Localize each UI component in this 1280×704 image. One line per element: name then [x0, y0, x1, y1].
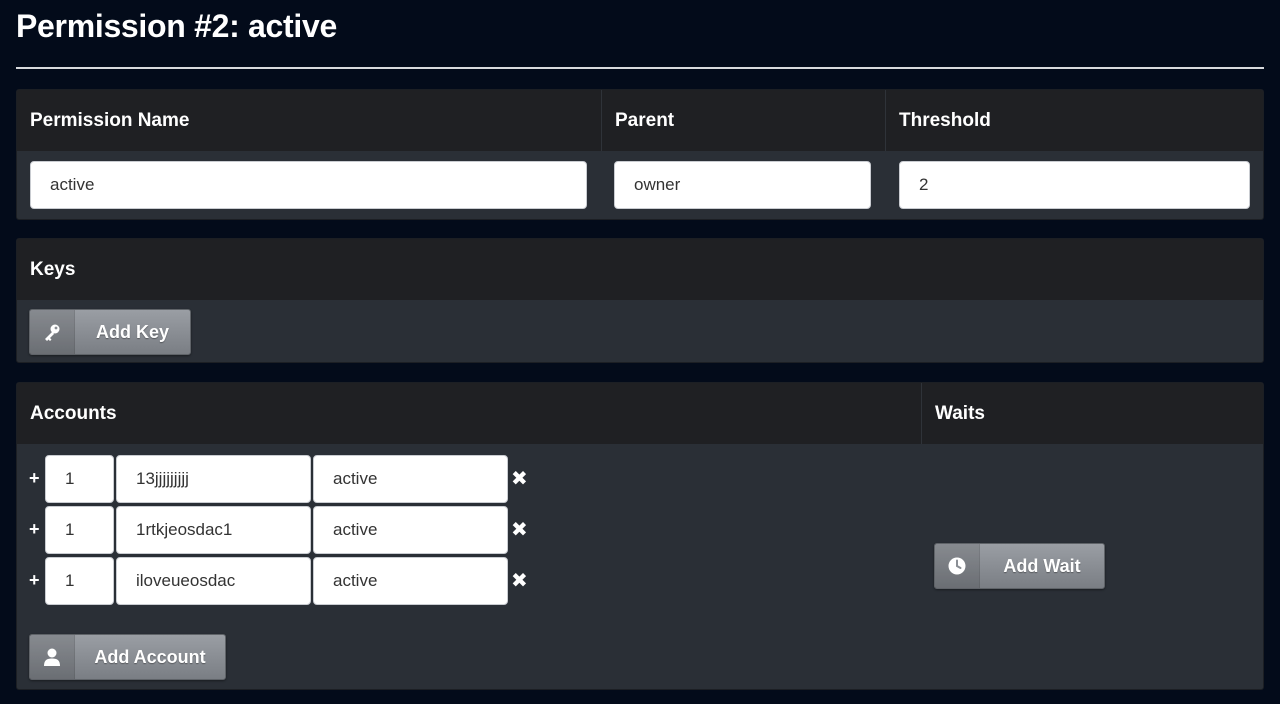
permission-name-header: Permission Name — [30, 110, 190, 131]
account-weight-input[interactable] — [45, 455, 114, 503]
keys-header: Keys — [30, 259, 76, 280]
account-permission-input[interactable] — [313, 557, 508, 605]
keys-panel: Keys Add Key — [16, 238, 1264, 363]
keys-panel-header: Keys — [17, 239, 1263, 300]
waits-header: Waits — [921, 383, 1263, 444]
expand-row-button[interactable]: + — [29, 468, 40, 489]
account-actor-input[interactable] — [116, 557, 311, 605]
user-icon — [30, 635, 75, 679]
account-weight-input[interactable] — [45, 506, 114, 554]
threshold-input[interactable] — [899, 161, 1250, 209]
account-permission-input[interactable] — [313, 455, 508, 503]
add-key-label: Add Key — [95, 321, 169, 342]
add-account-button[interactable]: Add Account — [29, 634, 226, 680]
permission-panel: Permission Name Parent Threshold — [16, 89, 1264, 220]
expand-row-button[interactable]: + — [29, 570, 40, 591]
page-title: Permission #2: active — [16, 8, 337, 44]
remove-row-icon[interactable]: ✖ — [511, 469, 528, 489]
add-wait-label: Add Wait — [1003, 555, 1081, 576]
parent-header: Parent — [601, 90, 885, 151]
add-wait-button[interactable]: Add Wait — [934, 543, 1105, 589]
expand-row-button[interactable]: + — [29, 519, 40, 540]
account-actor-input[interactable] — [116, 506, 311, 554]
account-actor-input[interactable] — [116, 455, 311, 503]
clock-icon — [935, 544, 980, 588]
key-icon — [30, 310, 75, 354]
remove-row-icon[interactable]: ✖ — [511, 520, 528, 540]
accounts-header: Accounts — [30, 403, 117, 424]
threshold-header: Threshold — [885, 90, 1263, 151]
account-permission-input[interactable] — [313, 506, 508, 554]
title-divider — [16, 67, 1264, 69]
permission-name-input[interactable] — [30, 161, 587, 209]
parent-input[interactable] — [614, 161, 871, 209]
accounts-waits-panel: Accounts Waits + ✖ + ✖ + ✖ Add Account — [16, 382, 1264, 690]
add-key-button[interactable]: Add Key — [29, 309, 191, 355]
permission-panel-header: Permission Name Parent Threshold — [17, 90, 1263, 151]
account-weight-input[interactable] — [45, 557, 114, 605]
accounts-waits-header: Accounts Waits — [17, 383, 1263, 444]
remove-row-icon[interactable]: ✖ — [511, 571, 528, 591]
add-account-label: Add Account — [94, 646, 206, 667]
